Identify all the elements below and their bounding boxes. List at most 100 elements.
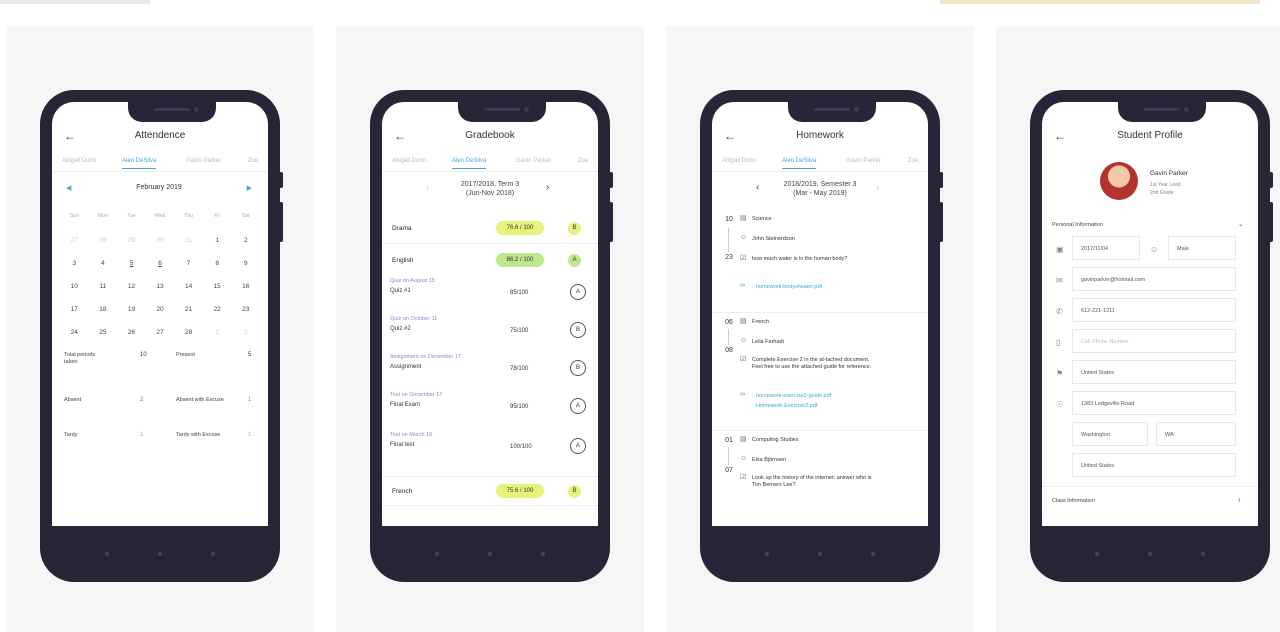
assignment-item[interactable]: Quiz on October 11 Quiz #2 75/100 B bbox=[382, 316, 598, 356]
day-cell[interactable]: 27 bbox=[60, 237, 89, 244]
homework-item[interactable]: 10 23 ▤ Science ☺ John Steinerdson ☑ how… bbox=[712, 214, 928, 310]
tab-student[interactable]: Abigail Dunn bbox=[722, 158, 756, 164]
day-cell[interactable]: 24 bbox=[60, 329, 89, 336]
tab-student[interactable]: Gavin Parker bbox=[846, 158, 881, 164]
next-term-icon[interactable]: › bbox=[546, 182, 549, 193]
day-cell[interactable]: 28 bbox=[89, 237, 118, 244]
assignment-item[interactable]: Test on December 17 Final Exam 95/100 A bbox=[382, 392, 598, 432]
tab-student[interactable]: Zoe bbox=[578, 158, 588, 164]
term-range: (Jun-Nov 2018) bbox=[465, 190, 515, 197]
country-field[interactable]: United States bbox=[1072, 453, 1236, 477]
chevron-down-icon[interactable]: ⌄ bbox=[1238, 220, 1244, 228]
attachment-link[interactable]: homework-exercise2-guide.pdf bbox=[756, 393, 831, 399]
day-cell[interactable]: 30 bbox=[146, 237, 175, 244]
day-cell[interactable]: 27 bbox=[146, 329, 175, 336]
day-cell[interactable]: 1 bbox=[203, 237, 232, 244]
attachment-link[interactable]: Homework-Exercise2.pdf bbox=[756, 403, 817, 409]
day-cell[interactable]: 19 bbox=[117, 306, 146, 313]
gender-field[interactable]: Male bbox=[1168, 236, 1236, 260]
subject-row[interactable]: English 86.2 / 100 A bbox=[382, 246, 598, 276]
day-cell[interactable]: 11 bbox=[89, 283, 118, 290]
tab-student[interactable]: Gavin Parker bbox=[516, 158, 551, 164]
day-cell[interactable]: 31 bbox=[174, 237, 203, 244]
day-cell[interactable]: 16 bbox=[231, 283, 260, 290]
day-cell[interactable]: 4 bbox=[89, 260, 118, 267]
next-term-icon[interactable]: › bbox=[876, 182, 879, 193]
day-cell[interactable]: 25 bbox=[89, 329, 118, 336]
subject-row[interactable]: Drama 76.6 / 100 B bbox=[382, 214, 598, 244]
assignment-title: Final Exam bbox=[390, 402, 421, 408]
tab-student[interactable]: Abigail Dunn bbox=[392, 158, 426, 164]
address-field[interactable]: 1383 Lodgeville Road bbox=[1072, 391, 1236, 415]
day-cell[interactable]: 1 bbox=[203, 329, 232, 336]
next-month-icon[interactable]: ▶ bbox=[247, 184, 252, 192]
assignment-item[interactable]: Test on March 19 Final test 100/100 A bbox=[382, 432, 598, 472]
tab-student[interactable]: Zoe bbox=[248, 158, 258, 164]
book-icon: ▤ bbox=[740, 436, 747, 443]
side-button bbox=[609, 172, 613, 188]
day-cell[interactable]: 10 bbox=[60, 283, 89, 290]
day-cell[interactable]: 6 bbox=[146, 260, 175, 267]
stat-value: 1 bbox=[248, 397, 252, 403]
attendance-panel: ← Attendence Abigail Dunn Alen DeSilva G… bbox=[6, 26, 314, 632]
email-field[interactable]: gavinparker@hotmail.com bbox=[1072, 267, 1236, 291]
day-cell[interactable]: 23 bbox=[231, 306, 260, 313]
date-connector bbox=[728, 447, 729, 465]
day-cell[interactable]: 2 bbox=[231, 237, 260, 244]
cell-phone-field[interactable]: Cell Phone Number bbox=[1072, 329, 1236, 353]
section-class[interactable]: Class Information bbox=[1052, 498, 1095, 504]
day-cell[interactable]: 5 bbox=[117, 260, 146, 267]
subject-row[interactable]: French 75.6 / 100 B bbox=[382, 476, 598, 506]
attachment-link[interactable]: homework-bodyofwater.pdf bbox=[756, 284, 822, 290]
top-strip-right bbox=[940, 0, 1260, 4]
day-cell[interactable]: 7 bbox=[174, 260, 203, 267]
day-cell[interactable]: 8 bbox=[203, 260, 232, 267]
day-cell[interactable]: 29 bbox=[117, 237, 146, 244]
day-cell[interactable]: 17 bbox=[60, 306, 89, 313]
tab-student[interactable]: Zoe bbox=[908, 158, 918, 164]
tab-student-active[interactable]: Alen DeSilva bbox=[122, 158, 157, 169]
day-cell[interactable]: 28 bbox=[174, 329, 203, 336]
day-cell[interactable]: 2 bbox=[231, 329, 260, 336]
chevron-right-icon[interactable]: › bbox=[1238, 495, 1241, 504]
stat-label: Present bbox=[176, 352, 195, 358]
homework-item[interactable]: 06 08 ▤ French ☺ Leila Farhadi ☑ Complet… bbox=[712, 312, 928, 424]
state-field[interactable]: WA bbox=[1156, 422, 1236, 446]
phone-notch bbox=[788, 102, 876, 122]
assignment-item[interactable]: Quiz on August 15 Quiz #1 85/100 A bbox=[382, 278, 598, 318]
tab-student-active[interactable]: Alen DeSilva bbox=[452, 158, 487, 169]
day-cell[interactable]: 9 bbox=[231, 260, 260, 267]
day-cell[interactable]: 22 bbox=[203, 306, 232, 313]
start-date: 01 bbox=[725, 437, 733, 444]
day-cell[interactable]: 21 bbox=[174, 306, 203, 313]
homework-task: Look up the history of the internet: ans… bbox=[752, 475, 872, 488]
day-cell[interactable]: 3 bbox=[60, 260, 89, 267]
side-button bbox=[1269, 202, 1273, 242]
weekday-label: Sun bbox=[69, 212, 79, 219]
section-personal[interactable]: Personal Information bbox=[1052, 222, 1103, 228]
term-label: 2017/2018, Term 3 bbox=[460, 181, 520, 188]
phone-icon: ✆ bbox=[1056, 307, 1063, 316]
day-cell[interactable]: 13 bbox=[146, 283, 175, 290]
day-cell[interactable]: 15 bbox=[203, 283, 232, 290]
tab-student[interactable]: Abigail Dunn bbox=[62, 158, 96, 164]
assignment-item[interactable]: Assignment on December 17 Assignment 78/… bbox=[382, 354, 598, 394]
day-cell[interactable]: 26 bbox=[117, 329, 146, 336]
divider bbox=[1042, 486, 1258, 487]
day-cell[interactable]: 18 bbox=[89, 306, 118, 313]
phone-field[interactable]: 612-221-1211 bbox=[1072, 298, 1236, 322]
score-pill: 86.2 / 100 bbox=[496, 253, 544, 267]
tab-student[interactable]: Gavin Parker bbox=[186, 158, 221, 164]
homework-item[interactable]: 01 07 ▤ Computing Studies ☺ Elsa Björnse… bbox=[712, 430, 928, 494]
attachment-icon: ∞ bbox=[740, 282, 745, 289]
student-role: 1st Year Lead bbox=[1150, 182, 1181, 188]
nationality-field[interactable]: United States bbox=[1072, 360, 1236, 384]
day-cell[interactable]: 14 bbox=[174, 283, 203, 290]
subject-name: English bbox=[392, 257, 414, 264]
day-cell[interactable]: 12 bbox=[117, 283, 146, 290]
city-field[interactable]: Washington bbox=[1072, 422, 1148, 446]
birthdate-field[interactable]: 2017/11/04 bbox=[1072, 236, 1140, 260]
stat-label: Tardy with Excuse bbox=[176, 432, 221, 438]
tab-student-active[interactable]: Alen DeSilva bbox=[782, 158, 817, 169]
day-cell[interactable]: 20 bbox=[146, 306, 175, 313]
